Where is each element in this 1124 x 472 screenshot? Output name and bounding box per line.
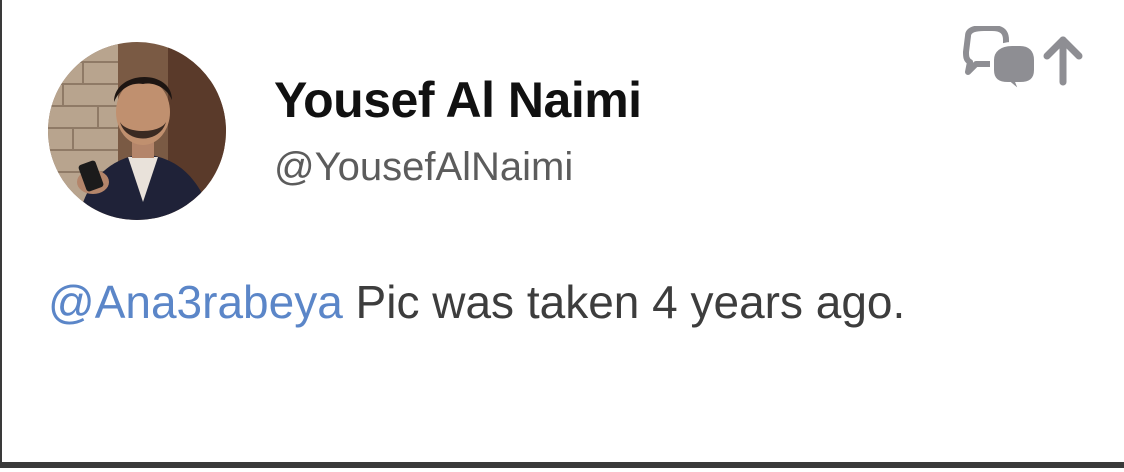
tweet-text: @Ana3rabeya Pic was taken 4 years ago. [48,272,1048,332]
display-name[interactable]: Yousef Al Naimi [274,72,642,128]
avatar[interactable] [48,42,226,220]
tweet-card: Yousef Al Naimi @YousefAlNaimi @Ana3rabe… [0,0,1124,468]
conversation-icon[interactable] [962,25,1038,101]
tweet-body-text: Pic was taken 4 years ago. [342,276,906,328]
mention-link[interactable]: @Ana3rabeya [48,276,343,328]
user-handle[interactable]: @YousefAlNaimi [274,144,642,190]
share-up-arrow-icon[interactable] [1038,26,1088,101]
profile-photo [48,42,226,220]
user-info: Yousef Al Naimi @YousefAlNaimi [274,72,642,190]
tweet-actions [962,25,1088,96]
